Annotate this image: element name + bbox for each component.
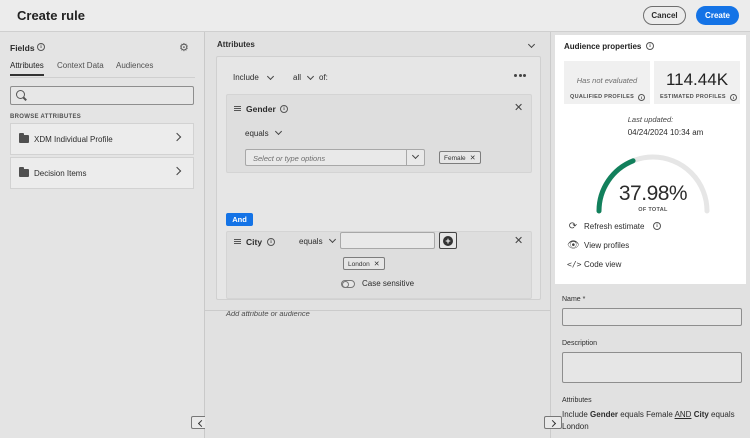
chevron-down-icon: [411, 151, 420, 160]
audience-properties-title: Audience properties: [564, 42, 642, 51]
operator-dropdown[interactable]: equals: [299, 237, 323, 246]
tab-context-data[interactable]: Context Data: [57, 61, 104, 74]
expand-panel-button[interactable]: [544, 416, 562, 429]
description-input[interactable]: [562, 352, 742, 383]
case-sensitive-label: Case sensitive: [362, 279, 415, 288]
info-icon[interactable]: i: [730, 94, 737, 101]
condition-name: City: [246, 237, 263, 247]
refresh-icon: ⟳: [568, 221, 578, 232]
browse-item-decision-items[interactable]: Decision Items: [10, 157, 194, 189]
qualified-status: Has not evaluated: [576, 76, 638, 85]
chevron-right-icon: [172, 166, 182, 176]
page-header: Create rule Cancel Create: [0, 0, 750, 32]
info-icon[interactable]: i: [280, 105, 288, 113]
more-options-icon[interactable]: [514, 74, 526, 78]
info-icon[interactable]: i: [646, 42, 654, 50]
add-value-button[interactable]: +: [439, 232, 457, 249]
tabs-divider: [10, 77, 195, 78]
value-tag: London ✕: [343, 257, 385, 270]
operator-dropdown[interactable]: equals: [245, 129, 269, 138]
select-placeholder: Select or type options: [253, 154, 326, 163]
properties-panel: Audience properties i Has not evaluated …: [550, 32, 750, 438]
chevron-left-icon: [197, 419, 206, 427]
last-updated-value: 04/24/2024 10:34 am: [627, 128, 704, 137]
rule-container: Include all of: Gender i ✕ equals Select…: [216, 56, 541, 318]
all-dropdown[interactable]: all: [293, 73, 301, 82]
of-total-label: OF TOTAL: [638, 207, 668, 213]
info-icon[interactable]: i: [653, 222, 661, 230]
estimated-profiles-card: 114.44K ESTIMATED PROFILES i: [654, 61, 740, 104]
fields-panel: Fields i ⚙ Attributes Context Data Audie…: [0, 32, 209, 438]
gear-icon[interactable]: ⚙: [179, 41, 189, 54]
info-icon[interactable]: i: [37, 43, 45, 51]
close-icon[interactable]: ✕: [514, 103, 523, 114]
value-tag: Female ✕: [439, 151, 481, 164]
and-button[interactable]: And: [226, 213, 253, 226]
case-sensitive-toggle[interactable]: [341, 280, 355, 288]
estimated-profiles-label: ESTIMATED PROFILES: [660, 94, 726, 100]
eye-icon: 👁: [567, 240, 580, 251]
tab-audiences[interactable]: Audiences: [116, 61, 153, 74]
info-icon[interactable]: i: [267, 238, 275, 246]
code-view-action[interactable]: </> Code view: [567, 259, 717, 271]
audience-properties-popover: Audience properties i Has not evaluated …: [555, 35, 746, 284]
chevron-down-icon[interactable]: [527, 40, 536, 49]
search-icon: [16, 90, 25, 99]
options-select[interactable]: Select or type options: [245, 149, 425, 166]
chevron-down-icon[interactable]: [266, 72, 275, 81]
qualified-profiles-label: QUALIFIED PROFILES: [570, 94, 635, 100]
condition-gender: Gender i ✕ equals Select or type options…: [226, 94, 532, 173]
summary-heading: Attributes: [562, 397, 592, 404]
search-field[interactable]: [10, 86, 194, 105]
info-icon[interactable]: i: [638, 94, 645, 101]
name-input[interactable]: [562, 308, 742, 326]
qualified-profiles-card: Has not evaluated QUALIFIED PROFILES i: [564, 61, 650, 104]
browse-item-xdm-individual-profile[interactable]: XDM Individual Profile: [10, 123, 194, 155]
divider: [205, 310, 550, 311]
search-input[interactable]: [31, 89, 191, 102]
drag-handle-icon[interactable]: [234, 106, 241, 111]
code-icon: </>: [567, 260, 582, 269]
attributes-title: Attributes: [217, 40, 255, 49]
rule-summary: Include Gender equals Female AND City eq…: [562, 410, 735, 431]
description-label: Description: [562, 340, 598, 347]
percentage-value: 37.98%: [618, 182, 688, 205]
browse-attributes-label: BROWSE ATTRIBUTES: [10, 114, 82, 120]
city-value-input[interactable]: [340, 232, 435, 249]
view-profiles-action[interactable]: 👁 View profiles: [567, 240, 717, 252]
create-button[interactable]: Create: [696, 6, 739, 25]
chevron-right-icon: [548, 419, 557, 427]
folder-icon: [19, 167, 29, 177]
include-dropdown[interactable]: Include: [233, 73, 259, 82]
select-dropdown-button[interactable]: [406, 150, 424, 165]
chevron-right-icon: [172, 132, 182, 142]
folder-icon: [19, 133, 29, 143]
condition-city: City i equals + ✕ London ✕ Case sensitive: [226, 231, 532, 299]
refresh-estimate-action[interactable]: ⟳ Refresh estimate i: [567, 221, 717, 233]
estimated-profiles-value: 114.44K: [665, 70, 729, 89]
chevron-down-icon[interactable]: [274, 127, 283, 136]
chevron-down-icon[interactable]: [306, 72, 315, 81]
drag-handle-icon[interactable]: [234, 239, 241, 244]
condition-name: Gender: [246, 104, 276, 114]
close-icon[interactable]: ✕: [514, 236, 523, 247]
name-label: Name *: [562, 296, 586, 303]
plus-icon: +: [443, 235, 453, 246]
chevron-down-icon[interactable]: [328, 235, 337, 244]
fields-tabs: Attributes Context Data Audiences: [10, 61, 195, 77]
tab-attributes[interactable]: Attributes: [10, 61, 44, 76]
browse-item-label: XDM Individual Profile: [34, 135, 113, 144]
cancel-button[interactable]: Cancel: [643, 6, 686, 25]
of-label: of:: [319, 73, 328, 82]
last-updated-label: Last updated:: [627, 115, 674, 124]
browse-item-label: Decision Items: [34, 169, 87, 178]
remove-tag-icon[interactable]: ✕: [374, 261, 380, 268]
rule-builder: Attributes Include all of: Gender i ✕ eq…: [205, 32, 550, 438]
remove-tag-icon[interactable]: ✕: [470, 155, 476, 162]
fields-title: Fields: [10, 43, 35, 53]
page-title: Create rule: [17, 8, 85, 23]
